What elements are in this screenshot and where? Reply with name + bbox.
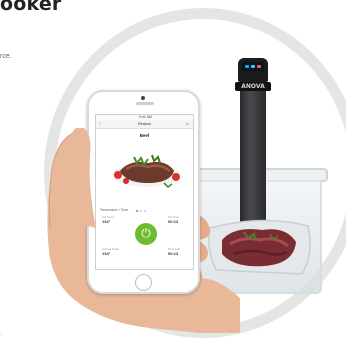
led-display-icon [242, 62, 264, 71]
subline: rce. [0, 53, 12, 60]
recipe-title: Beef [139, 133, 150, 138]
stat-value: 00:13 [168, 219, 179, 224]
stat-time-left: Time Left 00:13 [168, 247, 180, 256]
stat-set-time: Set Time 00:13 [168, 215, 179, 224]
stat-value: 134° [102, 251, 111, 256]
recipe-photo[interactable] [106, 141, 186, 197]
front-camera [141, 96, 145, 100]
phone-screen: 9:41 AM ‹ Recipes ☺ Beef Temperature / T… [95, 114, 194, 270]
nav-title: Recipes [138, 122, 151, 126]
earpiece-speaker [136, 102, 154, 105]
headline: ooker [0, 0, 62, 15]
power-icon: ⏻ [141, 226, 151, 240]
cooker-head [238, 58, 268, 82]
home-button[interactable] [135, 274, 152, 291]
stat-value: 00:13 [168, 251, 179, 256]
cooker-brand: ANOVA [241, 83, 265, 90]
power-button[interactable]: ⏻ [135, 223, 157, 245]
user-icon[interactable]: ☺ [185, 121, 190, 127]
cooker-band: ANOVA [235, 82, 271, 91]
status-time: 9:41 AM [139, 115, 152, 119]
stat-current-temp: Current Temp 134° [102, 247, 119, 256]
carousel-dots[interactable] [136, 199, 156, 212]
thumb [68, 128, 96, 228]
nav-bar: ‹ Recipes ☺ [96, 120, 193, 129]
margin-mark: . [0, 330, 2, 337]
